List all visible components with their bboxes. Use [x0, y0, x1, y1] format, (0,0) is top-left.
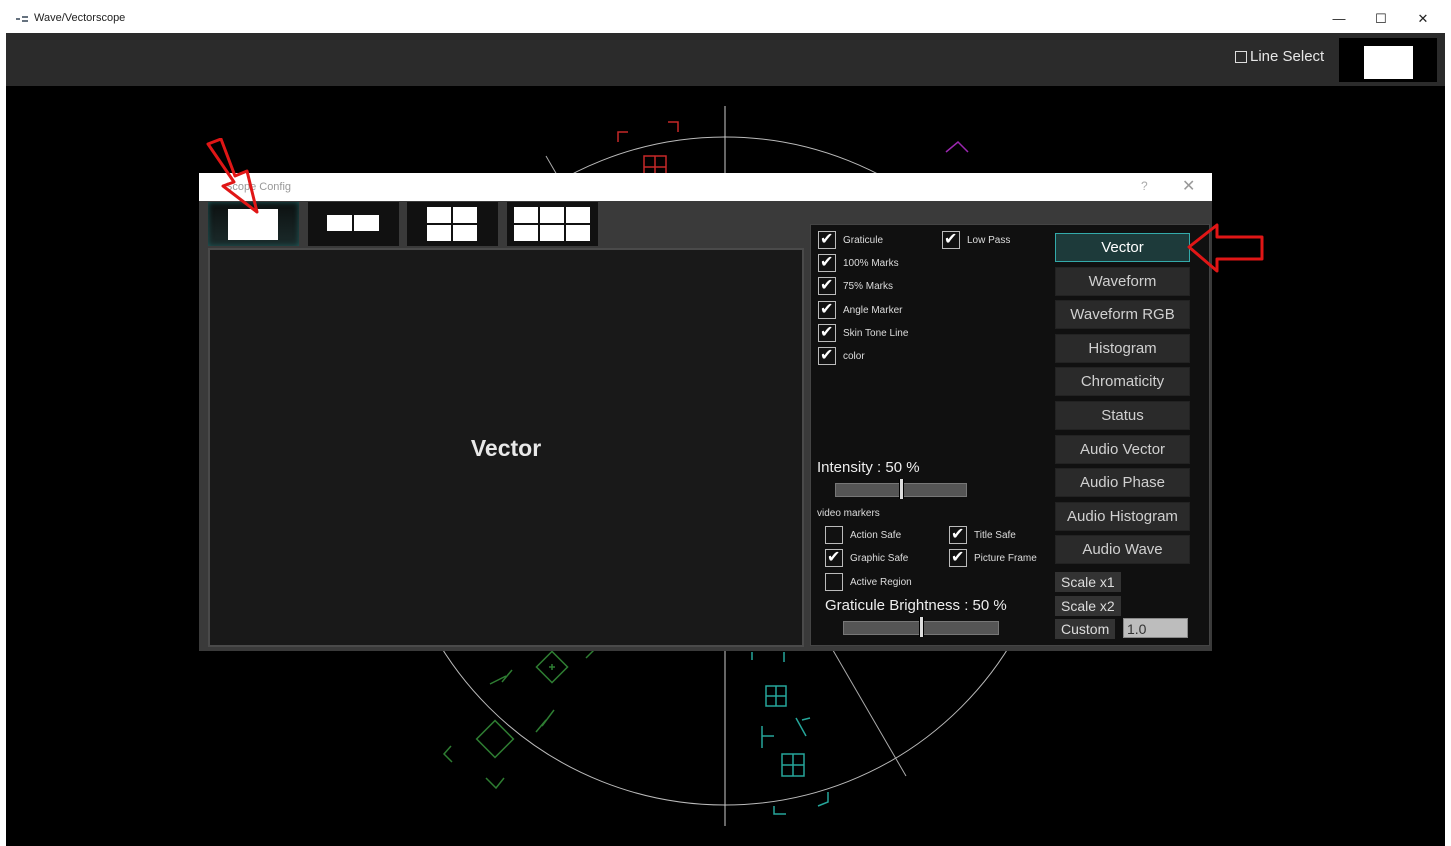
angle-marker-label: Angle Marker: [843, 304, 903, 316]
low-pass-label: Low Pass: [967, 234, 1011, 246]
layout-2-button[interactable]: [308, 202, 399, 246]
layout-6-button[interactable]: [507, 202, 598, 246]
layout-cell: [566, 225, 590, 241]
layout-cell: [327, 215, 352, 231]
marks-75-label: 75% Marks: [843, 280, 894, 292]
layout-cell: [453, 225, 477, 241]
marks-100-checkbox[interactable]: 100% Marks: [818, 252, 899, 272]
magenta-target-marker: [945, 140, 969, 153]
preview-label: Vector: [470, 435, 542, 461]
scope-audio-phase-button[interactable]: Audio Phase: [1055, 468, 1190, 497]
marks-75-box[interactable]: [818, 275, 836, 295]
close-button[interactable]: ✕: [1408, 9, 1438, 29]
layout-cell: [540, 207, 564, 223]
marks-75-checkbox[interactable]: 75% Marks: [818, 275, 894, 295]
scope-waveform-rgb-button[interactable]: Waveform RGB: [1055, 300, 1190, 329]
layout-cell: [514, 225, 538, 241]
green-target-marker: [442, 647, 597, 790]
scope-audio-histogram-button[interactable]: Audio Histogram: [1055, 502, 1190, 531]
graticule-box[interactable]: [818, 229, 836, 249]
layout-4-button[interactable]: [407, 202, 498, 246]
graphic-safe-label: Graphic Safe: [850, 552, 909, 564]
scope-chromaticity-button[interactable]: Chromaticity: [1055, 367, 1190, 396]
skin-tone-line-box[interactable]: [818, 322, 836, 342]
line-select-box[interactable]: [1235, 50, 1247, 63]
app-icon: [16, 16, 28, 22]
picture-frame-label: Picture Frame: [974, 552, 1037, 564]
scope-config-dialog: Scope Config ? ✕ Vector Graticule Low Pa…: [199, 173, 1212, 651]
layout-cell: [540, 225, 564, 241]
window-title: Wave/Vectorscope: [34, 12, 126, 24]
graticule-checkbox[interactable]: Graticule: [818, 229, 884, 249]
toolbar: Line Select: [6, 33, 1445, 86]
scope-vector-button[interactable]: Vector: [1055, 233, 1190, 262]
picture-frame-checkbox[interactable]: Picture Frame: [949, 547, 1037, 567]
scope-status-button[interactable]: Status: [1055, 401, 1190, 430]
graphic-safe-box[interactable]: [825, 547, 843, 567]
low-pass-box[interactable]: [942, 229, 960, 249]
custom-scale-button[interactable]: Custom: [1055, 619, 1116, 639]
skin-tone-line-label: Skin Tone Line: [843, 327, 909, 339]
marks-100-label: 100% Marks: [843, 257, 899, 269]
scale-x2-button[interactable]: Scale x2: [1055, 596, 1121, 616]
action-safe-box[interactable]: [825, 526, 843, 544]
active-region-label: Active Region: [850, 576, 912, 588]
picture-frame-box[interactable]: [949, 547, 967, 567]
scale-x1-button[interactable]: Scale x1: [1055, 572, 1121, 592]
color-swatch-button[interactable]: [1339, 38, 1437, 82]
scope-waveform-button[interactable]: Waveform: [1055, 267, 1190, 296]
dialog-titlebar: Scope Config ? ✕: [199, 173, 1212, 201]
marks-100-box[interactable]: [818, 252, 836, 272]
color-swatch: [1364, 46, 1413, 79]
line-select-checkbox[interactable]: Line Select: [1235, 48, 1324, 65]
action-safe-checkbox[interactable]: Action Safe: [825, 526, 901, 544]
custom-scale-input[interactable]: 1.0: [1123, 618, 1188, 638]
color-checkbox[interactable]: color: [818, 345, 865, 365]
skin-tone-line-checkbox[interactable]: Skin Tone Line: [818, 322, 909, 342]
maximize-button[interactable]: ☐: [1366, 9, 1396, 29]
layout-cell: [427, 225, 451, 241]
active-region-box[interactable]: [825, 573, 843, 591]
layout-preview-cell[interactable]: Vector: [208, 248, 804, 647]
angle-marker-checkbox[interactable]: Angle Marker: [818, 299, 903, 319]
scope-settings-panel: Graticule Low Pass 100% Marks 75% Marks …: [810, 224, 1210, 646]
intensity-slider-handle[interactable]: [899, 479, 904, 499]
cyan-target-marker: [751, 652, 829, 815]
title-safe-box[interactable]: [949, 524, 967, 544]
red-arrow-left-icon: [1187, 223, 1264, 273]
graticule-brightness-slider-handle[interactable]: [919, 617, 924, 637]
color-box[interactable]: [818, 345, 836, 365]
layout-cell: [566, 207, 590, 223]
intensity-label: Intensity : 50 %: [817, 459, 920, 476]
graphic-safe-checkbox[interactable]: Graphic Safe: [825, 547, 909, 567]
minimize-button[interactable]: —: [1324, 9, 1354, 29]
graticule-brightness-label: Graticule Brightness : 50 %: [825, 597, 1007, 614]
intensity-slider[interactable]: [835, 479, 967, 499]
layout-cell: [453, 207, 477, 223]
layout-cell: [514, 207, 538, 223]
graticule-brightness-slider[interactable]: [843, 617, 999, 637]
action-safe-label: Action Safe: [850, 529, 902, 541]
scope-audio-vector-button[interactable]: Audio Vector: [1055, 435, 1190, 464]
color-label: color: [843, 350, 865, 362]
title-safe-label: Title Safe: [974, 529, 1016, 541]
red-arrow-down-icon: [206, 138, 259, 214]
low-pass-checkbox[interactable]: Low Pass: [942, 229, 1011, 249]
scope-histogram-button[interactable]: Histogram: [1055, 334, 1190, 363]
active-region-checkbox[interactable]: Active Region: [825, 573, 912, 591]
dialog-close-button[interactable]: ✕: [1182, 176, 1195, 196]
video-markers-label: video markers: [817, 508, 880, 519]
layout-cell: [427, 207, 451, 223]
graticule-label: Graticule: [843, 234, 884, 246]
scope-audio-wave-button[interactable]: Audio Wave: [1055, 535, 1190, 564]
red-target-marker: [617, 121, 679, 179]
layout-cell: [354, 215, 379, 231]
help-button[interactable]: ?: [1141, 179, 1148, 193]
title-safe-checkbox[interactable]: Title Safe: [949, 524, 1016, 544]
line-select-label: Line Select: [1250, 48, 1325, 65]
window-titlebar: Wave/Vectorscope — ☐ ✕: [6, 6, 1445, 33]
angle-marker-box[interactable]: [818, 299, 836, 319]
